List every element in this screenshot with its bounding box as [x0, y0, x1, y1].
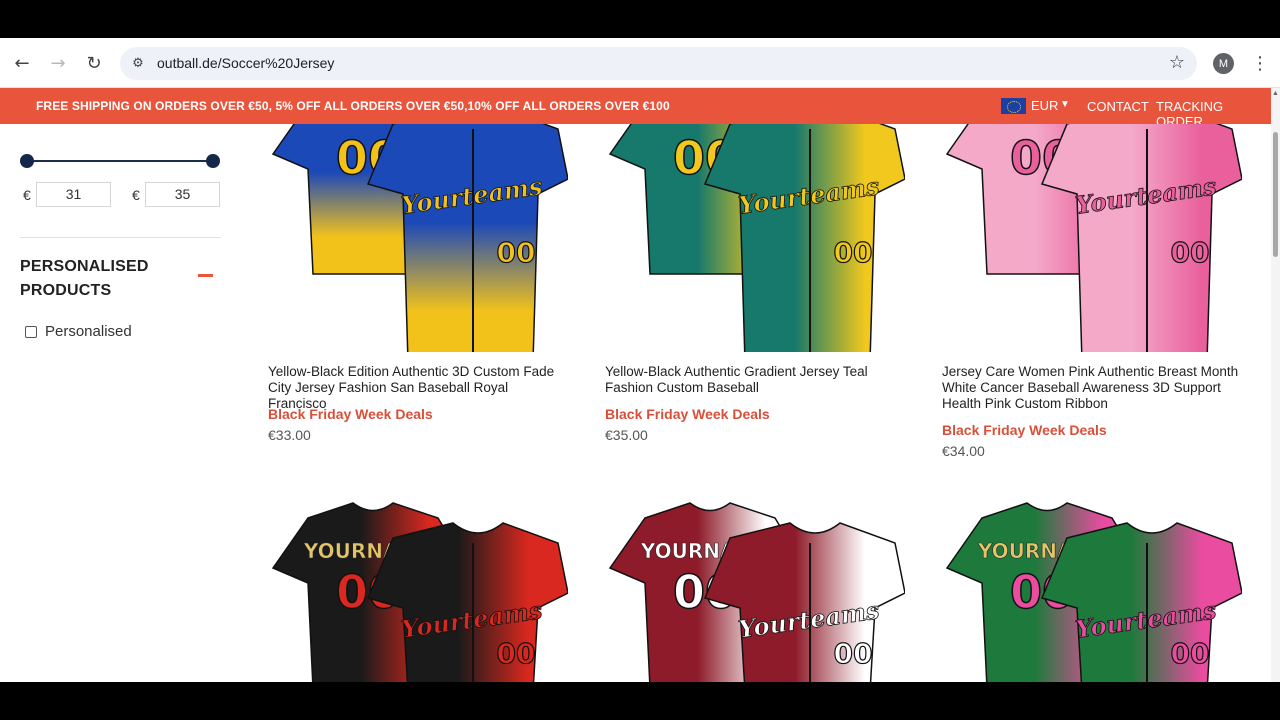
- page-scrollbar[interactable]: ▲: [1271, 88, 1280, 682]
- product-deal-label: Black Friday Week Deals: [605, 406, 770, 422]
- address-bar[interactable]: ⚙ outball.de/Soccer%20Jersey ☆: [120, 47, 1197, 80]
- personalised-checkbox-label[interactable]: Personalised: [45, 323, 132, 340]
- svg-text:00: 00: [497, 236, 536, 269]
- product-price: €34.00: [942, 443, 985, 459]
- personalised-checkbox[interactable]: [25, 326, 37, 338]
- contact-link[interactable]: CONTACT: [1087, 99, 1149, 114]
- url-text[interactable]: outball.de/Soccer%20Jersey: [157, 55, 334, 71]
- browser-menu-icon[interactable]: ⋮: [1250, 51, 1270, 75]
- product-price: €35.00: [605, 427, 648, 443]
- svg-text:00: 00: [497, 637, 536, 670]
- eu-flag-icon[interactable]: [1001, 98, 1026, 114]
- personalised-section-title[interactable]: PERSONALISED PRODUCTS: [20, 255, 180, 303]
- slider-max-handle[interactable]: [206, 154, 220, 168]
- browser-toolbar: ← → ↻ ⚙ outball.de/Soccer%20Jersey ☆ M ⋮: [0, 38, 1280, 88]
- product-deal-label: Black Friday Week Deals: [268, 406, 433, 422]
- svg-text:00: 00: [1171, 637, 1210, 670]
- svg-text:00: 00: [834, 236, 873, 269]
- svg-text:00: 00: [1171, 236, 1210, 269]
- product-image[interactable]: YOURNAME 00 Yourteams 00: [605, 498, 905, 682]
- product-title[interactable]: Yellow-Black Edition Authentic 3D Custom…: [268, 364, 568, 412]
- browser-window: ← → ↻ ⚙ outball.de/Soccer%20Jersey ☆ M ⋮…: [0, 38, 1280, 682]
- reload-icon[interactable]: ↻: [82, 51, 106, 75]
- product-image[interactable]: YOURNAME 00 Yourteams 00: [268, 498, 568, 682]
- max-price-input[interactable]: 35: [145, 182, 220, 207]
- promo-bar: FREE SHIPPING ON ORDERS OVER €50, 5% OFF…: [0, 88, 1271, 129]
- product-image[interactable]: 00 Yourteams 00: [942, 124, 1242, 352]
- promo-text: FREE SHIPPING ON ORDERS OVER €50, 5% OFF…: [36, 99, 670, 113]
- profile-avatar[interactable]: M: [1213, 53, 1234, 74]
- slider-min-handle[interactable]: [20, 154, 34, 168]
- site-settings-icon[interactable]: ⚙: [128, 53, 148, 73]
- bookmark-star-icon[interactable]: ☆: [1169, 52, 1185, 73]
- collapse-minus-icon[interactable]: [198, 274, 213, 277]
- letterbox-bottom: [0, 682, 1280, 720]
- caret-down-icon[interactable]: ▼: [1060, 99, 1070, 110]
- svg-text:00: 00: [834, 637, 873, 670]
- forward-icon[interactable]: →: [46, 51, 70, 75]
- slider-track[interactable]: [27, 160, 213, 162]
- product-title[interactable]: Jersey Care Women Pink Authentic Breast …: [942, 364, 1242, 412]
- currency-symbol: €: [23, 187, 31, 203]
- product-title[interactable]: Yellow-Black Authentic Gradient Jersey T…: [605, 364, 905, 396]
- min-price-input[interactable]: 31: [36, 182, 111, 207]
- product-image[interactable]: 00 Yourteams 00: [605, 124, 905, 352]
- currency-symbol: €: [132, 187, 140, 203]
- product-image[interactable]: 00 Yourteams 00: [268, 124, 568, 352]
- sidebar-divider: [20, 237, 221, 238]
- back-icon[interactable]: ←: [10, 51, 34, 75]
- product-price: €33.00: [268, 427, 311, 443]
- product-deal-label: Black Friday Week Deals: [942, 422, 1107, 438]
- scroll-up-arrow-icon[interactable]: ▲: [1272, 90, 1279, 97]
- scrollbar-thumb[interactable]: [1273, 132, 1278, 257]
- currency-selector[interactable]: EUR: [1031, 98, 1058, 113]
- product-image[interactable]: YOURNAME 00 Yourteams 00: [942, 498, 1242, 682]
